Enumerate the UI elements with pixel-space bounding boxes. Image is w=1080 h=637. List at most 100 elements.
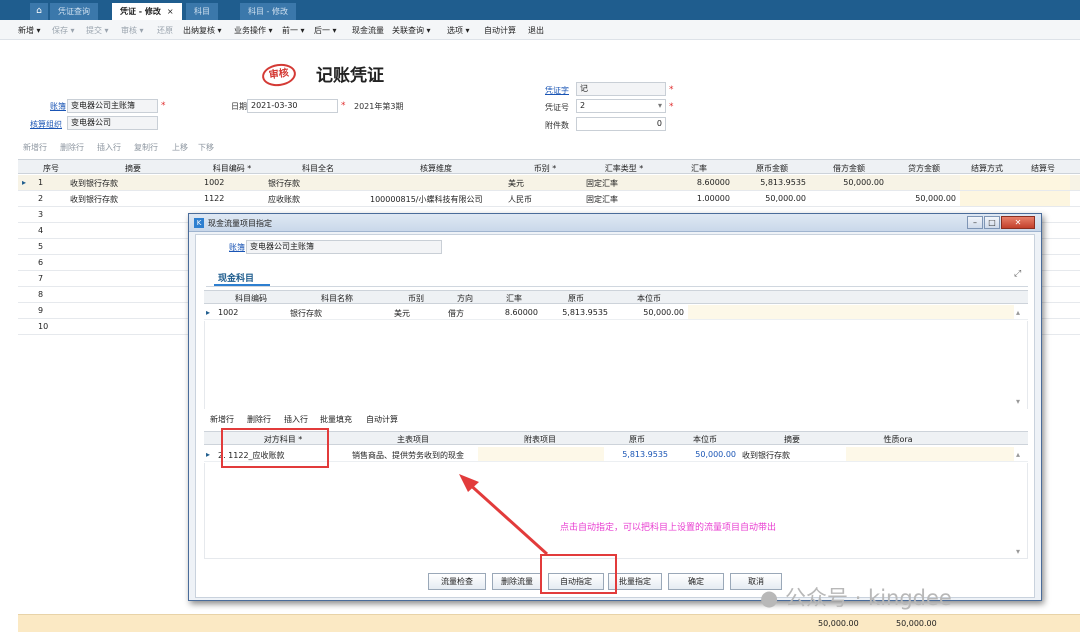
org-label[interactable]: 核算组织: [30, 119, 62, 130]
cell-rtype: 固定汇率: [586, 195, 618, 204]
voucher-word-field[interactable]: 记: [576, 82, 666, 96]
date-field[interactable]: 2021-03-30: [247, 99, 338, 113]
required-mark: *: [161, 101, 166, 111]
close-icon[interactable]: ✕: [1001, 216, 1035, 229]
scroll-down-icon[interactable]: ▾: [1016, 547, 1020, 556]
column-header: 币别 *: [533, 164, 557, 173]
dlg-add-row-button[interactable]: 新增行: [210, 414, 234, 425]
tab-voucher-edit[interactable]: 凭证 - 修改 ×: [112, 3, 182, 20]
attachments-label: 附件数: [545, 121, 569, 130]
link-query-button[interactable]: 关联查询 ▾: [392, 25, 431, 36]
tab-voucher-query[interactable]: 凭证查询: [50, 3, 98, 20]
audit-button[interactable]: 审核 ▾: [121, 25, 144, 36]
row-indicator: ▸: [206, 308, 211, 317]
column-header: 结算号: [1031, 164, 1055, 173]
cell-sub-item[interactable]: [478, 447, 604, 461]
move-down-button[interactable]: 下移: [198, 142, 214, 153]
save-button[interactable]: 保存 ▾: [52, 25, 75, 36]
scroll-down-icon[interactable]: ▾: [1016, 397, 1020, 406]
cell-settlement[interactable]: [960, 175, 1070, 190]
tab-account-edit[interactable]: 科目 - 修改: [240, 3, 296, 20]
cell-nature[interactable]: [846, 447, 1014, 461]
home-icon[interactable]: ⌂: [30, 3, 48, 20]
main-toolbar: 新增 ▾ 保存 ▾ 提交 ▾ 审核 ▾ 还原 出纳复核 ▾ 业务操作 ▾ 前一 …: [0, 20, 1080, 40]
org-field[interactable]: 变电器公司: [67, 116, 158, 130]
book-field[interactable]: 变电器公司主账簿: [67, 99, 158, 113]
dialog-book-field[interactable]: 变电器公司主账簿: [246, 240, 442, 254]
submit-button[interactable]: 提交 ▾: [86, 25, 109, 36]
dialog-book-label[interactable]: 账簿: [229, 242, 245, 253]
tab-label: 凭证 - 修改: [120, 7, 161, 16]
ok-button[interactable]: 确定: [668, 573, 724, 590]
wechat-icon: ●: [760, 586, 779, 610]
voucher-word-label[interactable]: 凭证字: [545, 85, 569, 96]
table-row[interactable]: 2 收到银行存款 1122 应收账款 100000815/小蝶科技有限公司 人民币 固定汇率…: [18, 191, 1080, 207]
attachments-field[interactable]: 0: [576, 117, 666, 131]
dlg-insert-row-button[interactable]: 插入行: [284, 414, 308, 425]
minimize-icon[interactable]: –: [967, 216, 983, 229]
copy-row-button[interactable]: 复制行: [134, 142, 158, 153]
grid-empty-area: [204, 463, 1028, 559]
flow-check-button[interactable]: 流量检查: [428, 573, 486, 590]
move-up-button[interactable]: 上移: [172, 142, 188, 153]
cashier-review-button[interactable]: 出纳复核 ▾: [183, 25, 222, 36]
column-header: 性质ora: [883, 435, 913, 444]
voucher-no-field[interactable]: 2 ▾: [576, 99, 666, 113]
cell-no: 6: [38, 258, 44, 267]
grid-empty-area: [204, 321, 1028, 409]
required-mark: *: [669, 85, 674, 95]
section-tab-cash-account[interactable]: 现金科目: [218, 271, 254, 284]
voucher-no-value: 2: [580, 101, 586, 110]
business-ops-button[interactable]: 业务操作 ▾: [234, 25, 273, 36]
next-button[interactable]: 后一 ▾: [314, 25, 337, 36]
tab-label: 科目 - 修改: [248, 7, 288, 16]
total-credit: 50,000.00: [896, 619, 937, 628]
cell-rate: 8.60000: [696, 178, 730, 187]
table-row[interactable]: ▸ 1002 银行存款 美元 借方 8.60000 5,813.9535 50,…: [204, 305, 1028, 320]
dlg-auto-calc-button[interactable]: 自动计算: [366, 414, 398, 425]
tab-account[interactable]: 科目: [186, 3, 218, 20]
cell-orig: 5,813.9535: [760, 178, 806, 187]
delete-row-button[interactable]: 删除行: [60, 142, 84, 153]
cell-no: 1: [38, 178, 44, 187]
exit-button[interactable]: 退出: [528, 25, 544, 36]
column-header: 摘要: [784, 435, 800, 444]
cell-empty: [688, 305, 1014, 319]
scroll-up-icon[interactable]: ▴: [1016, 308, 1020, 317]
cell-no: 7: [38, 274, 44, 283]
cashflow-button[interactable]: 现金流量: [352, 25, 384, 36]
close-icon[interactable]: ×: [167, 7, 174, 16]
chevron-down-icon[interactable]: ▾: [658, 100, 662, 112]
required-mark: *: [341, 101, 346, 111]
new-button[interactable]: 新增 ▾: [18, 25, 41, 36]
annotation-text: 点击自动指定，可以把科目上设置的流量项目自动带出: [560, 523, 777, 533]
scroll-up-icon[interactable]: ▴: [1016, 450, 1020, 459]
column-header: 汇率: [506, 294, 522, 303]
add-row-button[interactable]: 新增行: [23, 142, 47, 153]
dialog-titlebar[interactable]: K 现金流量项目指定 – □ ✕: [189, 214, 1041, 232]
expand-icon[interactable]: ⤢: [1014, 269, 1021, 279]
maximize-icon[interactable]: □: [984, 216, 1000, 229]
cell-no: 9: [38, 306, 44, 315]
cell-debit: 50,000.00: [843, 178, 884, 187]
options-button[interactable]: 选项 ▾: [447, 25, 470, 36]
cell-credit: 50,000.00: [915, 194, 956, 203]
delete-flow-button[interactable]: 删除流量: [492, 573, 542, 590]
section-divider: [206, 286, 1028, 287]
cell-name: 银行存款: [290, 309, 322, 318]
cell-base: 50,000.00: [695, 450, 736, 459]
book-label[interactable]: 账簿: [50, 101, 66, 112]
dlg-delete-row-button[interactable]: 删除行: [247, 414, 271, 425]
insert-row-button[interactable]: 插入行: [97, 142, 121, 153]
app-icon: K: [194, 218, 204, 228]
table-row[interactable]: ▸ 1 收到银行存款 1002 银行存款 美元 固定汇率 8.60000 5,813.9535 5…: [18, 175, 1080, 191]
restore-button[interactable]: 还原: [157, 25, 173, 36]
cell-rate: 8.60000: [504, 308, 538, 317]
prev-button[interactable]: 前一 ▾: [282, 25, 305, 36]
cell-original: 5,813.9535: [622, 450, 668, 459]
dlg-batch-fill-button[interactable]: 批量填充: [320, 414, 352, 425]
grid-header: 科目编码 科目名称 币别 方向 汇率 原币 本位币: [204, 290, 1028, 304]
column-header: 币别: [408, 294, 424, 303]
cell-settlement[interactable]: [960, 191, 1070, 206]
auto-calc-button[interactable]: 自动计算: [484, 25, 516, 36]
